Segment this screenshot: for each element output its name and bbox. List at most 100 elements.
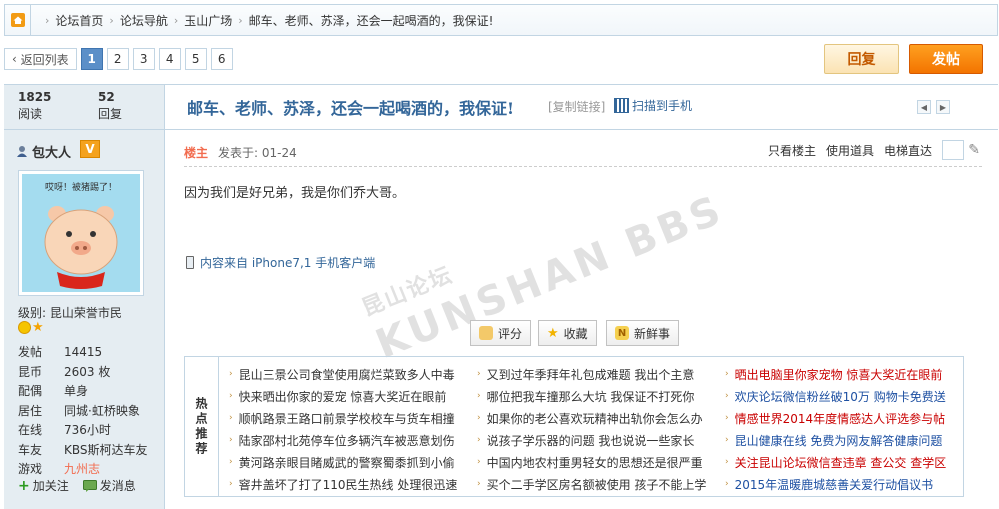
share-news-button[interactable]: N 新鲜事: [606, 320, 680, 346]
pagination: ‹ 返回列表 1 2 3 4 5 6: [4, 48, 233, 70]
info-row-car-club: 车友 KBS斯柯达车友: [18, 440, 148, 460]
breadcrumb-forum-home[interactable]: 论坛首页: [55, 12, 103, 29]
medals: ★: [18, 321, 44, 334]
page-3-button[interactable]: 3: [132, 48, 155, 70]
info-row-spouse: 配偶 单身: [18, 381, 148, 401]
plus-icon: +: [18, 477, 30, 494]
info-row-posts: 发帖 14415: [18, 342, 148, 362]
hot-column-3: › 晒出电脑里你家宠物 惊喜大奖近在眼前 › 欢庆论坛微信粉丝破10万 购物卡免费送…: [725, 363, 961, 495]
post-tools: 只看楼主 使用道具 电梯直达: [768, 140, 964, 160]
list-item[interactable]: › 又到过年季拜年礼包成难题 我出个主意: [477, 363, 715, 385]
page-4-button[interactable]: 4: [158, 48, 181, 70]
list-item[interactable]: › 欢庆论坛微信粉丝破10万 购物卡免费送: [725, 385, 961, 407]
breadcrumb-separator: ›: [238, 13, 243, 27]
copy-link[interactable]: [复制链接]: [548, 98, 605, 115]
list-item[interactable]: › 情感世界2014年度情感达人评选参与帖: [725, 407, 961, 429]
verified-badge: V: [80, 140, 100, 158]
info-value-game-link[interactable]: 九州志: [64, 460, 100, 477]
read-count-value: 1825: [18, 90, 52, 104]
divider: [184, 166, 982, 167]
thread-header: 1825 阅读 52 回复 邮车、老师、苏泽，还会一起喝酒的，我保证! [复制链…: [4, 84, 998, 130]
hot-recommend-label: 热点推荐: [194, 396, 208, 457]
hot-column-2: › 又到过年季拜年礼包成难题 我出个主意 › 哪位把我车撞那么大坑 我保证不打死你 …: [477, 363, 715, 495]
info-value: 2603 枚: [64, 364, 111, 379]
scan-to-phone-label: 扫描到手机: [632, 99, 693, 113]
phone-icon: [186, 256, 194, 269]
info-value: KBS斯柯达车友: [64, 442, 148, 457]
favorite-button[interactable]: ★ 收藏: [538, 320, 597, 346]
info-key: 在线: [18, 423, 43, 438]
page-2-button[interactable]: 2: [106, 48, 129, 70]
thread-title: 邮车、老师、苏泽，还会一起喝酒的，我保证!: [187, 99, 515, 118]
list-item[interactable]: › 陆家邵村北苑停车位多辆汽车被恶意划伤: [229, 429, 467, 451]
title-area: 邮车、老师、苏泽，还会一起喝酒的，我保证! [复制链接] 扫描到手机 ◀ ▶: [165, 85, 998, 129]
list-item[interactable]: › 晒出电脑里你家宠物 惊喜大奖近在眼前: [725, 363, 961, 385]
wrench-icon[interactable]: ✎: [968, 142, 980, 158]
favorite-label: 收藏: [563, 326, 588, 341]
list-item[interactable]: › 窨井盖坏了打了110民生热线 处理很迅速: [229, 473, 467, 495]
list-item[interactable]: › 中国内地农村重男轻女的思想还是很严重: [477, 451, 715, 473]
prev-thread-icon[interactable]: ◀: [917, 100, 931, 114]
send-message-button[interactable]: 发消息: [82, 477, 136, 494]
breadcrumb-separator: ›: [109, 13, 114, 27]
news-icon: N: [615, 326, 629, 340]
new-post-button[interactable]: 发帖: [909, 44, 983, 74]
page-6-button[interactable]: 6: [210, 48, 233, 70]
list-item[interactable]: › 2015年温暖鹿城慈善关爱行动倡议书: [725, 473, 961, 495]
next-thread-icon[interactable]: ▶: [936, 100, 950, 114]
only-owner-link[interactable]: 只看楼主: [768, 142, 816, 159]
info-row-game: 游戏 九州志: [18, 459, 148, 479]
info-key: 游戏: [18, 462, 43, 477]
reply-button[interactable]: 回复: [824, 44, 899, 74]
rate-label: 评分: [498, 326, 523, 341]
author-actions: + 加关注 发消息: [18, 477, 136, 494]
share-news-label: 新鲜事: [634, 326, 671, 341]
qr-code-icon: [614, 98, 629, 113]
post-content: 楼主 发表于: 01-24 只看楼主 使用道具 电梯直达 ✎ 因为我们是好兄弟，…: [166, 130, 998, 509]
list-item[interactable]: › 昆山健康在线 免费为网友解答健康问题: [725, 429, 961, 451]
list-item[interactable]: › 快来晒出你家的爱宠 惊喜大奖近在眼前: [229, 385, 467, 407]
author-name[interactable]: 包大人: [16, 142, 71, 161]
smiley-medal-icon: [18, 321, 31, 334]
rate-button[interactable]: 评分: [470, 320, 532, 346]
list-item[interactable]: › 昆山三景公司食堂使用腐烂菜致多人中毒: [229, 363, 467, 385]
info-value: 单身: [64, 384, 89, 399]
breadcrumb-yushan-square[interactable]: 玉山广场: [184, 12, 232, 29]
pig-avatar-icon: [44, 206, 118, 289]
thread-stats: 1825 阅读 52 回复: [4, 85, 165, 129]
page-1-button[interactable]: 1: [80, 48, 103, 70]
post-time: 发表于: 01-24: [218, 146, 297, 160]
list-item[interactable]: › 黄河路亲眼目睹威武的警察蜀黍抓到小偷: [229, 451, 467, 473]
home-icon[interactable]: [5, 5, 31, 35]
list-item[interactable]: › 关注昆山论坛微信查违章 查公交 查学区: [725, 451, 961, 473]
breadcrumb-separator: ›: [45, 13, 50, 27]
page-5-button[interactable]: 5: [184, 48, 207, 70]
jump-to-floor-label: 电梯直达: [883, 143, 932, 158]
breadcrumb-thread-title[interactable]: 邮车、老师、苏泽，还会一起喝酒的，我保证!: [249, 12, 494, 29]
breadcrumb-forum-nav[interactable]: 论坛导航: [120, 12, 168, 29]
info-key: 居住: [18, 403, 43, 418]
star-medal-icon: ★: [32, 320, 44, 335]
info-key: 昆币: [18, 364, 43, 379]
read-count: 1825 阅读: [18, 90, 51, 122]
scan-to-phone[interactable]: 扫描到手机: [614, 97, 692, 114]
follow-button[interactable]: + 加关注: [18, 477, 69, 494]
avatar[interactable]: 哎呀！被猪踢了！: [18, 170, 144, 296]
use-props-link[interactable]: 使用道具: [826, 142, 874, 159]
post-header: 楼主 发表于: 01-24: [184, 144, 297, 161]
list-item[interactable]: › 哪位把我车撞那么大坑 我保证不打死你: [477, 385, 715, 407]
list-item[interactable]: › 顺帆路景王路口前景学校校车与货车相撞: [229, 407, 467, 429]
jump-to-floor-input[interactable]: [942, 140, 964, 160]
post-body: 因为我们是好兄弟，我是你们乔大哥。: [184, 186, 406, 201]
reply-count: 52 回复: [98, 90, 122, 122]
back-to-list-button[interactable]: ‹ 返回列表: [4, 48, 77, 70]
message-icon: [82, 479, 97, 492]
list-item[interactable]: › 如果你的老公喜欢玩精神出轨你会怎么办: [477, 407, 715, 429]
star-icon: ★: [547, 325, 559, 341]
author-name-label: 包大人: [32, 146, 72, 161]
back-to-list-label: 返回列表: [20, 52, 69, 67]
list-item[interactable]: › 买个二手学区房名额被使用 孩子不能上学: [477, 473, 715, 495]
reply-count-value: 52: [98, 90, 115, 104]
post-source[interactable]: 内容来自 iPhone7,1 手机客户端: [186, 254, 375, 271]
list-item[interactable]: › 说孩子学乐器的问题 我也说说一些家长: [477, 429, 715, 451]
